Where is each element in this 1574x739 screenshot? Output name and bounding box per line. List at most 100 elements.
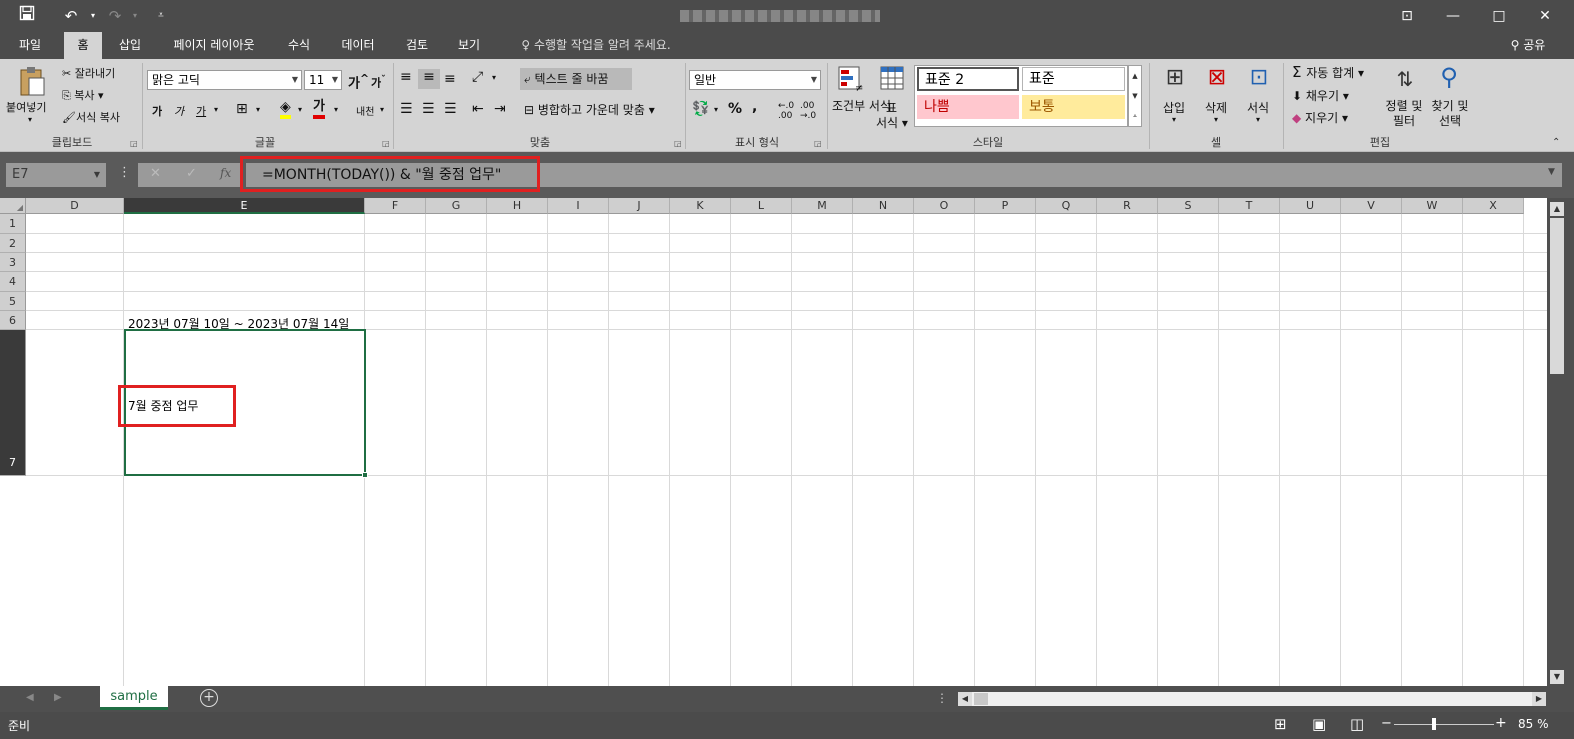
row-header-7[interactable]: 7 (0, 330, 26, 476)
row-header-3[interactable]: 3 (0, 253, 26, 272)
currency-dropdown-icon[interactable]: ▾ (714, 105, 718, 114)
insert-dropdown-icon[interactable]: ▾ (1172, 115, 1176, 124)
border-icon[interactable]: ⊞ (236, 101, 248, 117)
format-painter-button[interactable]: 🖌서식 복사 (62, 109, 120, 125)
fill-color-dropdown-icon[interactable]: ▾ (298, 105, 302, 114)
orientation-icon[interactable]: ⤢ (472, 69, 483, 85)
increase-indent-icon[interactable]: ⇥ (494, 101, 506, 117)
phonetic-dropdown-icon[interactable]: ▾ (380, 105, 384, 114)
column-header-q[interactable]: Q (1036, 198, 1097, 214)
collapse-ribbon-icon[interactable]: ⌃ (1552, 137, 1560, 148)
paste-icon[interactable] (14, 65, 50, 97)
redo-dropdown-icon[interactable]: ▾ (124, 5, 146, 27)
decrease-indent-icon[interactable]: ⇤ (472, 101, 484, 117)
column-header-j[interactable]: J (609, 198, 670, 214)
page-break-view-icon[interactable]: ◫ (1350, 715, 1364, 733)
ribbon-display-icon[interactable]: ⊡ (1392, 4, 1422, 28)
share-button[interactable]: ⚲ 공유 (1498, 32, 1558, 59)
row-header-5[interactable]: 5 (0, 292, 26, 311)
number-format-select[interactable]: 일반 ▼ (689, 70, 821, 90)
scroll-down-icon[interactable]: ▼ (1550, 670, 1564, 684)
column-header-x[interactable]: X (1463, 198, 1524, 214)
tab-page-layout[interactable]: 페이지 레이아웃 (160, 32, 268, 59)
align-center-icon[interactable]: ☰ (422, 101, 435, 117)
column-header-n[interactable]: N (853, 198, 914, 214)
merge-center-button[interactable]: ⊟ 병합하고 가운데 맞춤 ▾ (524, 101, 655, 118)
dialog-launcher-icon[interactable]: ◲ (814, 139, 822, 148)
scroll-left-icon[interactable]: ◀ (958, 692, 972, 706)
name-box[interactable]: E7 ▼ (6, 163, 106, 187)
paste-dropdown-icon[interactable]: ▾ (28, 115, 32, 124)
shrink-font-button[interactable]: 가ˇ (371, 74, 386, 91)
font-color-button[interactable]: 가 (313, 99, 325, 119)
style-normal-2[interactable]: 표준 2 (917, 67, 1019, 91)
zoom-slider-thumb[interactable] (1432, 718, 1436, 730)
column-header-s[interactable]: S (1158, 198, 1219, 214)
increase-decimal-icon[interactable]: ←.0.00 (778, 101, 794, 121)
enter-icon[interactable]: ✓ (186, 166, 197, 181)
column-header-m[interactable]: M (792, 198, 853, 214)
page-layout-view-icon[interactable]: ▣ (1312, 715, 1326, 733)
autosum-button[interactable]: Σ 자동 합계 ▾ (1292, 63, 1364, 81)
column-header-k[interactable]: K (670, 198, 731, 214)
add-sheet-icon[interactable]: + (200, 689, 218, 707)
delete-cells-icon[interactable]: ⊠ (1202, 65, 1232, 93)
vertical-scrollbar[interactable]: ▲ ▼ (1547, 198, 1574, 686)
column-header-d[interactable]: D (26, 198, 124, 214)
style-neutral[interactable]: 보통 (1022, 95, 1125, 119)
style-normal[interactable]: 표준 (1022, 67, 1125, 91)
fill-button[interactable]: ⬇ 채우기 ▾ (1292, 87, 1349, 104)
format-as-table-button[interactable]: 서식 ▾ (876, 114, 908, 131)
column-header-t[interactable]: T (1219, 198, 1280, 214)
maximize-button[interactable]: □ (1484, 4, 1514, 28)
minimize-button[interactable]: — (1438, 4, 1468, 28)
horizontal-scrollbar[interactable]: ◀ ▶ (958, 692, 1546, 706)
zoom-level[interactable]: 85 % (1518, 717, 1549, 731)
decrease-decimal-icon[interactable]: .00 →.0 (800, 101, 816, 121)
zoom-slider[interactable] (1394, 724, 1494, 725)
column-header-u[interactable]: U (1280, 198, 1341, 214)
clear-button[interactable]: ◆ 지우기 ▾ (1292, 109, 1348, 126)
column-header-v[interactable]: V (1341, 198, 1402, 214)
border-dropdown-icon[interactable]: ▾ (256, 105, 260, 114)
dialog-launcher-icon[interactable]: ◲ (130, 139, 138, 148)
column-header-i[interactable]: I (548, 198, 609, 214)
close-button[interactable]: ✕ (1530, 4, 1560, 28)
find-icon[interactable]: ⚲ (1434, 63, 1464, 93)
bold-button[interactable]: 가 (152, 103, 162, 119)
font-name-select[interactable]: 맑은 고딕 ▼ (147, 70, 302, 90)
sheet-tab-sample[interactable]: sample (100, 686, 168, 710)
copy-button[interactable]: ⎘ 복사 ▾ (62, 87, 104, 103)
align-top-icon[interactable]: ≡ (400, 69, 412, 85)
undo-icon[interactable]: ↶ (60, 5, 82, 27)
column-header-f[interactable]: F (365, 198, 426, 214)
row-header-2[interactable]: 2 (0, 234, 26, 253)
cancel-icon[interactable]: ✕ (150, 166, 161, 181)
zoom-out-icon[interactable]: − (1381, 716, 1392, 731)
fill-color-icon[interactable]: ◈ (280, 99, 291, 119)
underline-dropdown-icon[interactable]: ▾ (214, 105, 218, 114)
customize-qat-icon[interactable]: ⩡ (150, 5, 172, 27)
insert-cells-button[interactable]: 삽입 (1163, 99, 1185, 116)
comma-button[interactable]: , (752, 99, 757, 115)
cut-button[interactable]: ✂ 잘라내기 (62, 65, 115, 81)
grow-font-button[interactable]: 가^ (348, 72, 369, 91)
horizontal-scroll-thumb[interactable] (974, 693, 988, 705)
column-header-h[interactable]: H (487, 198, 548, 214)
format-cells-icon[interactable]: ⊡ (1244, 65, 1274, 93)
column-header-e[interactable]: E (124, 198, 365, 214)
expand-formula-icon[interactable]: ▼ (1548, 167, 1555, 177)
column-header-w[interactable]: W (1402, 198, 1463, 214)
paste-button[interactable]: 붙여넣기 (6, 99, 46, 115)
delete-dropdown-icon[interactable]: ▾ (1214, 115, 1218, 124)
format-as-table-icon[interactable] (878, 65, 908, 93)
fill-handle[interactable] (362, 472, 368, 478)
font-size-select[interactable]: 11 ▼ (304, 70, 342, 90)
save-icon[interactable] (16, 5, 38, 27)
format-dropdown-icon[interactable]: ▾ (1256, 115, 1260, 124)
tell-me-box[interactable]: ♀ 수행할 작업을 알려 주세요. (506, 32, 686, 59)
normal-view-icon[interactable]: ⊞ (1274, 715, 1287, 733)
orientation-dropdown-icon[interactable]: ▾ (492, 73, 496, 82)
scroll-up-icon[interactable]: ▲ (1550, 202, 1564, 216)
conditional-format-button[interactable]: 조건부 서식 (832, 99, 891, 114)
